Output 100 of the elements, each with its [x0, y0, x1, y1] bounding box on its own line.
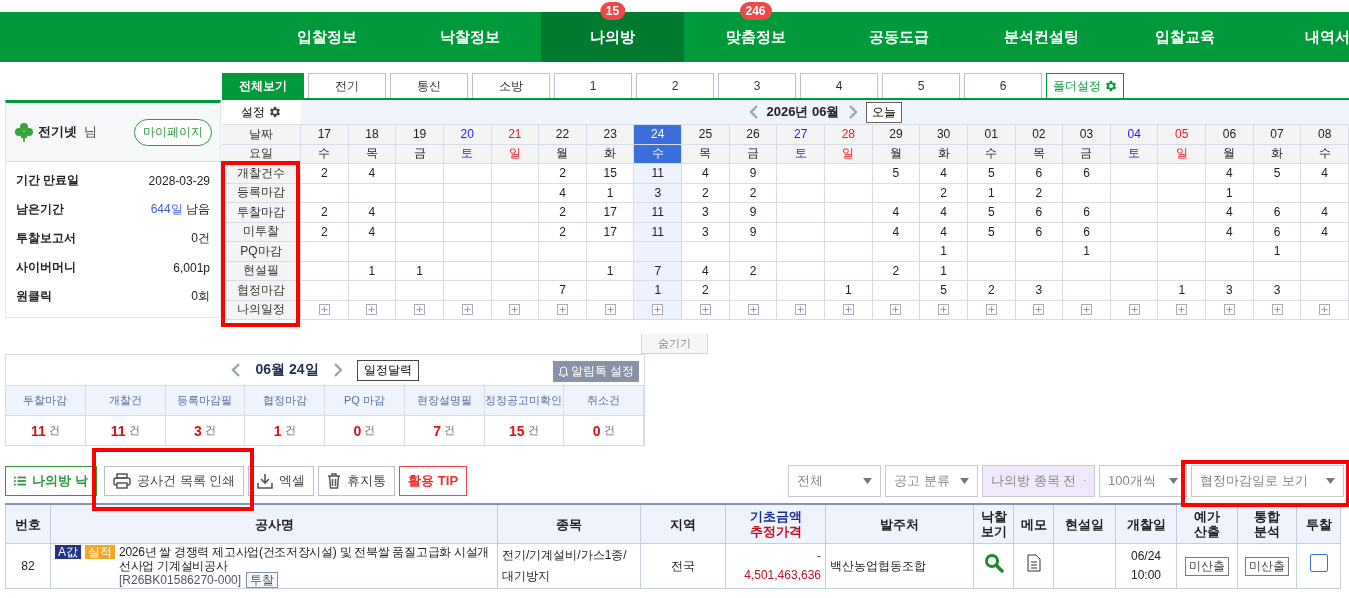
count-cell[interactable]: 2	[729, 183, 778, 203]
count-cell[interactable]: 3	[1253, 281, 1302, 301]
count-cell[interactable]: 3	[682, 222, 730, 242]
summary-count[interactable]: 0	[592, 422, 601, 439]
folder-tab[interactable]: 1	[554, 73, 632, 98]
date-cell[interactable]: 17	[301, 125, 349, 145]
count-cell[interactable]: 4	[682, 164, 730, 184]
count-cell[interactable]: 4	[1206, 164, 1254, 184]
summary-count[interactable]: 3	[193, 422, 202, 439]
count-cell[interactable]: 4	[920, 164, 968, 184]
count-cell[interactable]: 9	[729, 164, 778, 184]
date-cell[interactable]: 28	[825, 125, 873, 145]
dropdown[interactable]: 100개씩	[1099, 465, 1187, 497]
date-cell[interactable]: 04	[1110, 125, 1159, 145]
add-icon[interactable]	[461, 304, 473, 316]
count-cell[interactable]: 4	[1206, 203, 1254, 223]
nav-item[interactable]: 분석컨설팅	[970, 12, 1113, 62]
count-cell[interactable]: 4	[920, 203, 968, 223]
count-cell[interactable]: 2	[1015, 183, 1064, 203]
today-button[interactable]: 오늘	[865, 101, 902, 123]
dropdown[interactable]: 협정마감일로 보기	[1191, 465, 1344, 497]
date-cell[interactable]: 03	[1063, 125, 1111, 145]
count-cell[interactable]: 2	[301, 222, 349, 242]
nav-item[interactable]: 입찰정보	[255, 12, 398, 62]
date-cell[interactable]: 08	[1301, 125, 1349, 145]
count-cell[interactable]: 6	[1063, 222, 1111, 242]
count-cell[interactable]: 6	[1015, 164, 1064, 184]
add-icon[interactable]	[1319, 304, 1331, 316]
add-icon[interactable]	[1128, 304, 1140, 316]
count-cell[interactable]: 4	[872, 203, 921, 223]
count-cell[interactable]: 9	[729, 203, 778, 223]
date-cell[interactable]: 19	[396, 125, 444, 145]
add-icon[interactable]	[795, 304, 807, 316]
date-cell[interactable]: 26	[729, 125, 778, 145]
document-icon[interactable]	[1026, 554, 1041, 572]
checkbox[interactable]	[1309, 554, 1328, 572]
date-cell[interactable]: 02	[1015, 125, 1064, 145]
count-cell[interactable]: 11	[634, 222, 683, 242]
date-cell[interactable]: 27	[777, 125, 825, 145]
nav-item[interactable]: 내역서	[1256, 12, 1349, 62]
add-icon[interactable]	[509, 304, 521, 316]
toolbar-button[interactable]: 휴지통	[318, 466, 396, 496]
add-icon[interactable]	[414, 304, 426, 316]
count-cell[interactable]: 4	[539, 183, 587, 203]
add-icon[interactable]	[1081, 304, 1092, 316]
count-cell[interactable]: 5	[1253, 164, 1302, 184]
count-cell[interactable]: 6	[1015, 203, 1064, 223]
date-cell[interactable]: 25	[682, 125, 730, 145]
count-cell[interactable]: 11	[634, 164, 683, 184]
nav-item[interactable]: 공동도급	[827, 12, 970, 62]
count-cell[interactable]: 4	[348, 222, 397, 242]
count-cell[interactable]: 2	[539, 164, 587, 184]
count-cell[interactable]: 5	[872, 164, 921, 184]
summary-count[interactable]: 11	[110, 422, 126, 439]
count-cell[interactable]: 2	[682, 281, 730, 301]
count-cell[interactable]: 1	[825, 281, 873, 301]
count-cell[interactable]: 3	[1015, 281, 1064, 301]
count-cell[interactable]: 2	[539, 203, 587, 223]
count-cell[interactable]: 6	[1253, 222, 1302, 242]
count-cell[interactable]: 1	[1158, 281, 1207, 301]
summary-count[interactable]: 0	[353, 422, 362, 439]
folder-tab[interactable]: 전기	[308, 73, 386, 98]
count-cell[interactable]: 1	[396, 261, 444, 281]
add-icon[interactable]	[604, 304, 616, 316]
date-cell[interactable]: 18	[348, 125, 397, 145]
count-cell[interactable]: 1	[1253, 242, 1302, 262]
add-icon[interactable]	[1223, 304, 1235, 316]
date-cell[interactable]: 23	[586, 125, 635, 145]
date-cell[interactable]: 06	[1206, 125, 1254, 145]
analysis-button[interactable]: 미산출	[1245, 556, 1289, 576]
date-cell[interactable]: 01	[967, 125, 1016, 145]
count-cell[interactable]: 2	[872, 261, 921, 281]
folder-tab[interactable]: 3	[718, 73, 796, 98]
add-icon[interactable]	[366, 304, 378, 316]
count-cell[interactable]: 1	[920, 242, 968, 262]
add-icon[interactable]	[652, 304, 664, 316]
count-cell[interactable]: 5	[967, 222, 1016, 242]
summary-count[interactable]: 7	[433, 422, 441, 439]
add-icon[interactable]	[699, 304, 711, 316]
count-cell[interactable]: 7	[634, 261, 683, 281]
count-cell[interactable]: 6	[1063, 203, 1111, 223]
count-cell[interactable]: 1	[967, 183, 1016, 203]
count-cell[interactable]: 5	[967, 164, 1016, 184]
add-icon[interactable]	[842, 304, 854, 316]
mypage-button[interactable]: 마이페이지	[134, 118, 212, 146]
estimate-button[interactable]: 미산출	[1185, 556, 1229, 576]
folder-tab[interactable]: 소방	[472, 73, 550, 98]
count-cell[interactable]: 4	[1206, 222, 1254, 242]
toolbar-button[interactable]: 나의방 낙	[5, 466, 97, 496]
dropdown[interactable]: 공고 분류	[885, 465, 978, 497]
chevron-left-icon[interactable]	[748, 105, 759, 119]
date-cell[interactable]: 30	[920, 125, 968, 145]
count-cell[interactable]: 6	[1015, 222, 1064, 242]
date-cell[interactable]: 05	[1158, 125, 1207, 145]
date-cell[interactable]: 24	[634, 125, 683, 145]
date-cell[interactable]: 07	[1253, 125, 1302, 145]
dropdown[interactable]: 전체	[788, 465, 881, 497]
count-cell[interactable]: 4	[1301, 203, 1349, 223]
count-cell[interactable]: 1	[1206, 183, 1254, 203]
chevron-right-icon[interactable]	[847, 105, 858, 119]
